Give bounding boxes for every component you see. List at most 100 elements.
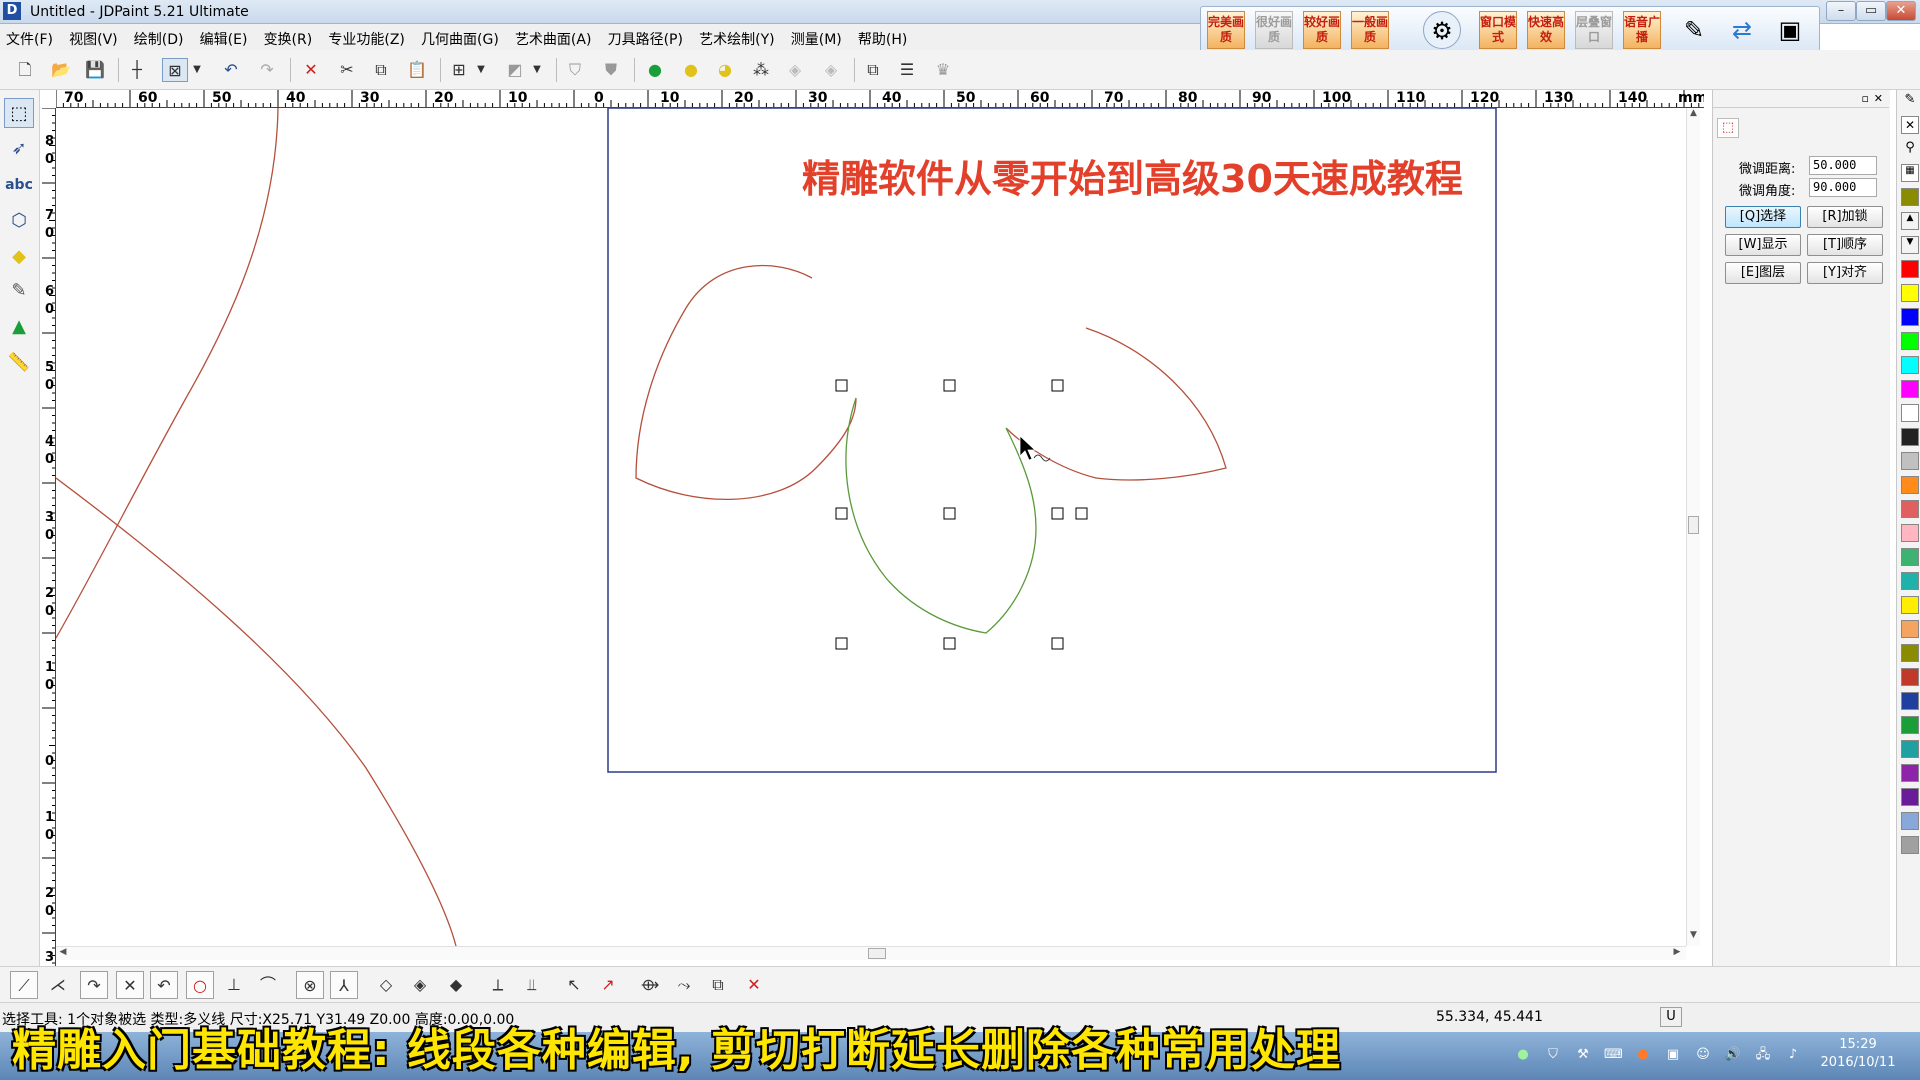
color-swatch[interactable] [1901,644,1919,662]
color-swatch[interactable] [1901,788,1919,806]
horizontal-scrollbar[interactable]: ◀ ▶ [56,946,1686,960]
extend-tool-icon[interactable]: ⟂ [484,971,512,999]
color-swatch[interactable] [1901,668,1919,686]
selection-handle[interactable] [1051,637,1064,650]
corner-tool-icon[interactable]: ⅄ [330,971,358,999]
shield-filled-icon[interactable]: ⛊ [598,58,624,82]
selection-handle[interactable] [835,379,848,392]
maximize-button[interactable]: ▭ [1856,1,1886,21]
scroll-up-icon[interactable]: ▲ [1687,108,1700,122]
dropdown-arrow-icon[interactable]: ▼ [190,58,204,82]
swap-arrows-icon[interactable]: ⇄ [1723,11,1761,49]
menu-file[interactable]: 文件(F) [0,24,59,49]
scroll-down-icon[interactable]: ▼ [1687,930,1700,944]
scrollbar-thumb[interactable] [1688,516,1699,534]
join-tool-icon[interactable]: ⤳ [670,971,698,999]
scrollbar-thumb[interactable] [868,948,886,959]
diamond-tool-2-icon[interactable]: ◈ [406,971,434,999]
settings-disc-icon[interactable]: ⚙ [1423,11,1461,49]
tool-tray-icon[interactable]: ⚒ [1574,1046,1592,1064]
quality-very-good-button[interactable]: 很好画质 [1255,11,1293,49]
nudge-distance-input[interactable]: 50.000 [1809,156,1877,175]
select-tool-icon[interactable]: ⬚ [4,98,34,128]
color-swatch[interactable] [1901,332,1919,350]
menu-view[interactable]: 视图(V) [63,24,124,49]
selected-leaf-curve[interactable] [845,397,1037,634]
shape-tool-icon[interactable]: ⬡ [4,206,34,236]
cascade-window-button[interactable]: 层叠窗口 [1575,11,1613,49]
menu-help[interactable]: 帮助(H) [852,24,913,49]
select-box-icon[interactable]: ⊠ [162,58,188,82]
leaf-curve-right[interactable] [1005,327,1227,481]
new-file-icon[interactable]: 🗋 [12,58,38,82]
crosshair-icon[interactable]: ┼ [124,58,150,82]
copy-icon[interactable]: ⧉ [368,58,394,82]
display-button[interactable]: [W]显示 [1725,234,1801,256]
color-swatch[interactable] [1901,812,1919,830]
vertical-scrollbar[interactable]: ▲ ▼ [1686,108,1700,946]
shield-tray-icon[interactable]: ⛉ [1544,1046,1562,1064]
circle-tool-icon[interactable]: ○ [186,971,214,999]
arrow-right-disabled-icon[interactable]: ◈ [818,58,844,82]
color-swatch[interactable] [1901,404,1919,422]
panel-close-icon[interactable]: ✕ [1874,92,1883,105]
cut-icon[interactable]: ✂ [334,58,360,82]
color-swatch[interactable] [1901,620,1919,638]
group-tool-icon[interactable]: ⧉ [704,971,732,999]
color-swatch[interactable] [1901,188,1919,206]
color-swatch[interactable] [1901,836,1919,854]
pen-icon[interactable]: ✎ [1901,92,1919,110]
measure-tool-icon[interactable]: 📏 [4,348,34,378]
color-swatch[interactable] [1901,548,1919,566]
save-icon[interactable]: 💾 [82,58,108,82]
close-button[interactable]: ✕ [1886,1,1916,21]
window-mode-button[interactable]: 窗口模式 [1479,11,1517,49]
snap-grid-icon[interactable]: ⊞ [446,58,472,82]
pattern-icon[interactable]: ▦ [1901,164,1919,182]
fast-efficient-button[interactable]: 快速高效 [1527,11,1565,49]
color-swatch[interactable] [1901,692,1919,710]
color-swatch[interactable] [1901,764,1919,782]
color-swatch[interactable] [1901,452,1919,470]
panel-restore-icon[interactable]: ▫ [1862,92,1869,105]
delete-icon[interactable]: ✕ [298,58,324,82]
selection-handle[interactable] [1051,507,1064,520]
align-button[interactable]: [Y]对齐 [1807,262,1883,284]
order-button[interactable]: [T]顺序 [1807,234,1883,256]
menu-edit[interactable]: 编辑(E) [194,24,254,49]
record-tray-icon[interactable]: ● [1634,1046,1652,1064]
color-swatch[interactable] [1901,500,1919,518]
diamond-tool-3-icon[interactable]: ◆ [442,971,470,999]
layer-view-icon[interactable]: ◩ [502,58,528,82]
redo-icon[interactable]: ↷ [254,58,280,82]
selection-handle[interactable] [1075,507,1088,520]
node-edit-tool-icon[interactable]: ➶ [4,134,34,164]
select-button[interactable]: [Q]选择 [1725,206,1801,228]
diamond-tool-icon[interactable]: ◇ [372,971,400,999]
scroll-left-icon[interactable]: ◀ [56,947,70,960]
break-tool-icon[interactable]: ⟴ [636,971,664,999]
selection-handle[interactable] [943,637,956,650]
lines-icon[interactable]: ☰ [894,58,920,82]
quality-perfect-button[interactable]: 完美画质 [1207,11,1245,49]
trim-tool-icon[interactable]: ✕ [116,971,144,999]
lock-button[interactable]: [R]加锁 [1807,206,1883,228]
select-bulb-icon[interactable]: ◕ [712,58,738,82]
color-swatch[interactable] [1901,308,1919,326]
arc-tool-icon[interactable]: ↷ [80,971,108,999]
layer-dropdown-icon[interactable]: ▼ [530,58,544,82]
extend-tool-2-icon[interactable]: ⫫ [518,971,546,999]
color-swatch[interactable] [1901,380,1919,398]
quality-normal-button[interactable]: 一般画质 [1351,11,1389,49]
color-swatch[interactable] [1901,596,1919,614]
volume-icon[interactable]: 🔊 [1724,1046,1742,1064]
menu-draw[interactable]: 绘制(D) [128,24,190,49]
quality-good-button[interactable]: 较好画质 [1303,11,1341,49]
multi-bulb-icon[interactable]: ⁂ [748,58,774,82]
undo-icon[interactable]: ↶ [218,58,244,82]
background-curve[interactable] [56,477,457,946]
pick-tool-icon[interactable]: ↖ [560,971,588,999]
color-swatch[interactable] [1901,716,1919,734]
selection-handle[interactable] [835,637,848,650]
drawing-canvas[interactable]: 精雕软件从零开始到高级30天速成教程 [56,108,1692,946]
